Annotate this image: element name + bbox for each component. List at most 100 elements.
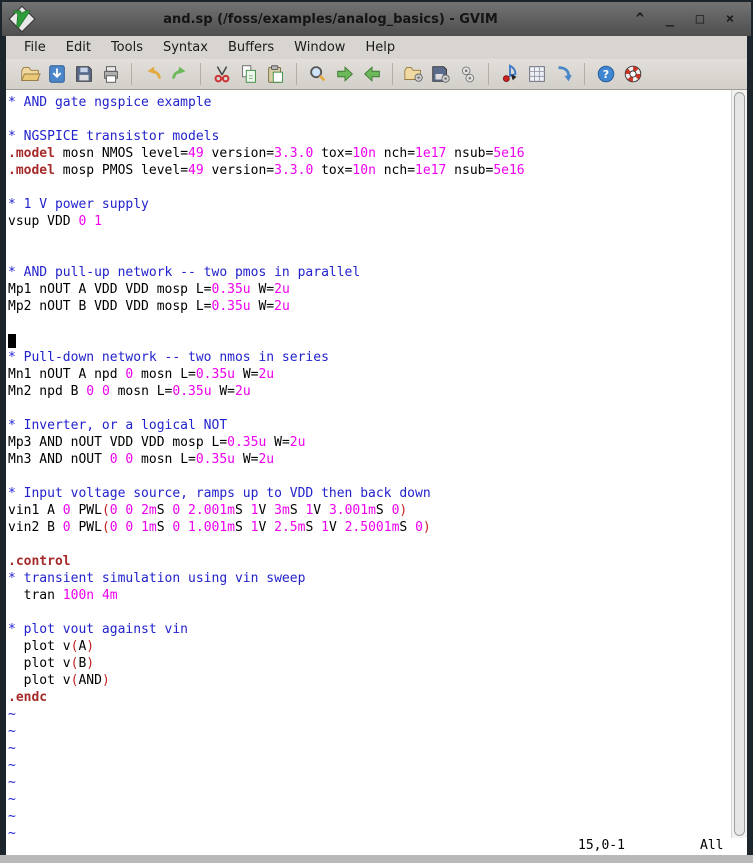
menu-file[interactable]: File <box>14 37 56 58</box>
save-session-button[interactable] <box>427 61 454 88</box>
minimize-button[interactable]: _ <box>663 12 677 26</box>
code-line[interactable]: vsup VDD 0 1 <box>8 213 731 230</box>
code-segment: * Input voltage source, ramps up to VDD … <box>8 486 431 501</box>
code-segment: mosn NMOS level= <box>54 146 189 161</box>
close-button[interactable]: × <box>723 12 737 26</box>
code-segment: 5e16 <box>493 146 525 161</box>
copy-button[interactable] <box>235 61 262 88</box>
help-button[interactable]: ? <box>592 61 619 88</box>
code-line[interactable]: Mn3 AND nOUT 0 0 mosn L=0.35u W=2u <box>8 451 731 468</box>
load-session-button[interactable] <box>400 61 427 88</box>
window-resize-edge[interactable] <box>0 855 753 863</box>
code-segment: * AND gate ngspice example <box>8 95 212 110</box>
code-line[interactable]: * AND gate ngspice example <box>8 94 731 111</box>
scrollbar-thumb[interactable] <box>734 92 745 836</box>
code-line[interactable]: Mp2 nOUT B VDD VDD mosp L=0.35u W=2u <box>8 298 731 315</box>
find-in-help-button[interactable] <box>619 61 646 88</box>
code-line[interactable]: plot v(A) <box>8 638 731 655</box>
save-file-icon <box>48 65 65 83</box>
code-line[interactable]: Mn2 npd B 0 0 mosn L=0.35u W=2u <box>8 383 731 400</box>
maximize-button[interactable]: □ <box>693 12 707 26</box>
code-line[interactable]: * Inverter, or a logical NOT <box>8 417 731 434</box>
code-segment: 0 <box>62 520 71 535</box>
code-line[interactable]: * Input voltage source, ramps up to VDD … <box>8 485 731 502</box>
toolbar: ? <box>6 59 747 90</box>
code-line[interactable]: vin1 A 0 PWL(0 0 2mS 0 2.001mS 1V 3mS 1V… <box>8 502 731 519</box>
code-line[interactable]: .control <box>8 553 731 570</box>
code-line[interactable]: Mp1 nOUT A VDD VDD mosp L=0.35u W=2u <box>8 281 731 298</box>
paste-button[interactable] <box>262 61 289 88</box>
save-all-icon <box>75 66 92 82</box>
text-area[interactable]: * AND gate ngspice example * NGSPICE tran… <box>6 90 747 855</box>
vim-logo-icon <box>8 5 36 33</box>
tag-jump-button[interactable] <box>550 61 577 88</box>
find-prev-button[interactable] <box>358 61 385 88</box>
code-line[interactable] <box>8 111 731 128</box>
print-button[interactable] <box>97 61 124 88</box>
redo-button[interactable] <box>166 61 193 88</box>
menu-edit[interactable]: Edit <box>56 37 101 58</box>
cut-button[interactable] <box>208 61 235 88</box>
code-line[interactable] <box>8 604 731 621</box>
code-line[interactable]: .model mosn NMOS level=49 version=3.3.0 … <box>8 145 731 162</box>
code-segment: * plot vout against vin <box>8 622 189 637</box>
code-line[interactable]: .model mosp PMOS level=49 version=3.3.0 … <box>8 162 731 179</box>
code-line[interactable] <box>8 468 731 485</box>
code-segment: S <box>305 520 322 535</box>
code-segment: PWL <box>70 520 102 535</box>
code-segment: W= <box>211 384 236 399</box>
code-line[interactable]: .endc <box>8 689 731 706</box>
menu-buffers[interactable]: Buffers <box>218 37 284 58</box>
code-segment: vin1 A <box>8 503 63 518</box>
build-tags-button[interactable] <box>523 61 550 88</box>
code-segment: vin2 B <box>8 520 63 535</box>
code-line[interactable]: * NGSPICE transistor models <box>8 128 731 145</box>
code-line[interactable]: * transient simulation using vin sweep <box>8 570 731 587</box>
code-line[interactable]: Mp3 AND nOUT VDD VDD mosp L=0.35u W=2u <box>8 434 731 451</box>
code-area[interactable]: * AND gate ngspice example * NGSPICE tran… <box>6 90 731 838</box>
title-bar[interactable]: and.sp (/foss/examples/analog_basics) - … <box>2 2 751 36</box>
code-segment: ( <box>101 520 110 535</box>
code-segment: nsub= <box>446 163 494 178</box>
find-next-button[interactable] <box>331 61 358 88</box>
code-line[interactable] <box>8 315 731 332</box>
code-line[interactable] <box>8 332 731 349</box>
tilde-marker: ~ <box>8 826 16 838</box>
code-line[interactable]: Mn1 nOUT A npd 0 mosn L=0.35u W=2u <box>8 366 731 383</box>
code-line[interactable] <box>8 536 731 553</box>
code-line[interactable]: * Pull-down network -- two nmos in serie… <box>8 349 731 366</box>
make-button[interactable] <box>496 61 523 88</box>
code-line[interactable]: * plot vout against vin <box>8 621 731 638</box>
open-file-icon <box>20 67 41 81</box>
menu-syntax[interactable]: Syntax <box>153 37 218 58</box>
run-script-button[interactable] <box>454 61 481 88</box>
code-line[interactable]: * 1 V power supply <box>8 196 731 213</box>
save-all-button[interactable] <box>70 61 97 88</box>
menu-window[interactable]: Window <box>284 37 355 58</box>
undo-button[interactable] <box>139 61 166 88</box>
empty-line-tilde: ~ <box>8 825 731 838</box>
code-line[interactable]: plot v(AND) <box>8 672 731 689</box>
tilde-marker: ~ <box>8 724 16 739</box>
find-replace-button[interactable] <box>304 61 331 88</box>
shade-button[interactable]: ^ <box>633 12 647 26</box>
code-line[interactable]: plot v(B) <box>8 655 731 672</box>
code-line[interactable] <box>8 230 731 247</box>
menu-help[interactable]: Help <box>355 37 405 58</box>
code-line[interactable] <box>8 247 731 264</box>
find-replace-icon <box>309 66 325 82</box>
code-line[interactable]: * AND pull-up network -- two pmos in par… <box>8 264 731 281</box>
code-line[interactable] <box>8 179 731 196</box>
menu-tools[interactable]: Tools <box>101 37 153 58</box>
make-icon <box>502 64 516 82</box>
code-segment: V <box>258 503 275 518</box>
save-file-button[interactable] <box>43 61 70 88</box>
open-file-button[interactable] <box>16 61 43 88</box>
code-segment: 10n <box>352 163 376 178</box>
code-line[interactable] <box>8 400 731 417</box>
scrollbar[interactable] <box>731 90 747 838</box>
code-line[interactable]: tran 100n 4m <box>8 587 731 604</box>
code-segment: V <box>328 520 345 535</box>
code-line[interactable]: vin2 B 0 PWL(0 0 1mS 0 1.001mS 1V 2.5mS … <box>8 519 731 536</box>
